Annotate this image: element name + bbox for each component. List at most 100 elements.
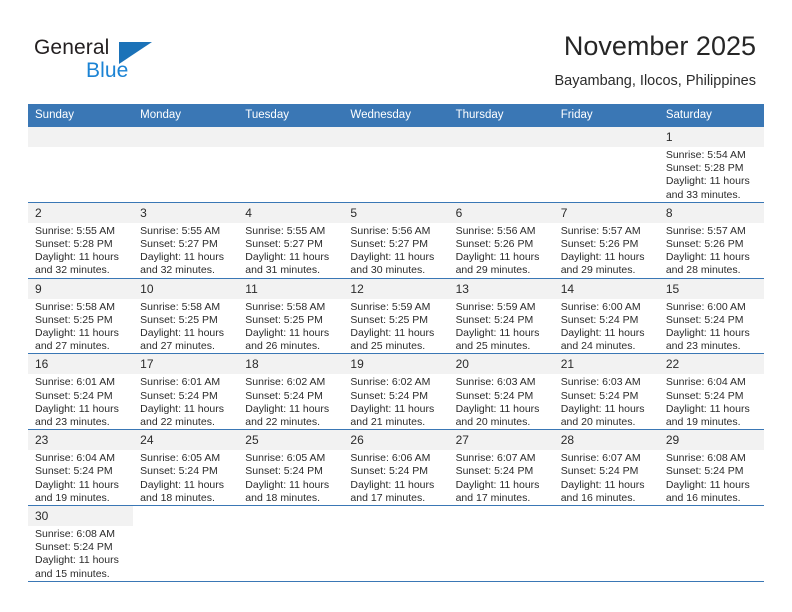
daylight-text: Daylight: 11 hours xyxy=(455,327,540,340)
day-number: 21 xyxy=(553,354,659,375)
calendar-day-cell[interactable]: 3 Sunrise: 5:55 AM Sunset: 5:27 PM Daylight… xyxy=(133,201,239,279)
calendar-day-cell[interactable]: 29 Sunrise: 6:08 AM Sunset: 5:24 PM Dayligh… xyxy=(658,429,764,506)
day-number xyxy=(343,127,449,147)
calendar-page: General Blue November 2025 Bayambang, Il… xyxy=(0,0,792,612)
daylight-text-cont: and 33 minutes. xyxy=(665,188,741,201)
daylight-text: Daylight: 11 hours xyxy=(455,251,540,264)
calendar-day-cell[interactable]: 28 Sunrise: 6:07 AM Sunset: 5:24 PM Dayligh… xyxy=(553,429,659,506)
calendar-cell-empty xyxy=(553,505,659,581)
calendar-day-cell[interactable]: 9 Sunrise: 5:58 AM Sunset: 5:25 PM Daylight… xyxy=(28,277,134,354)
calendar-day-cell[interactable]: 7 Sunrise: 5:57 AM Sunset: 5:26 PM Daylight… xyxy=(553,201,659,279)
sunset-text: Sunset: 5:26 PM xyxy=(560,238,639,251)
calendar-day-cell[interactable]: 14 Sunrise: 6:00 AM Sunset: 5:24 PM Dayligh… xyxy=(553,277,659,354)
daylight-text-cont: and 16 minutes. xyxy=(560,491,636,504)
daylight-text-cont: and 16 minutes. xyxy=(665,491,741,504)
weekday-header-monday: Monday xyxy=(133,104,239,127)
calendar-day-cell[interactable]: 4 Sunrise: 5:55 AM Sunset: 5:27 PM Daylight… xyxy=(238,201,344,279)
sunrise-text: Sunrise: 5:57 AM xyxy=(665,224,746,237)
day-number: 11 xyxy=(238,278,344,299)
sunset-text: Sunset: 5:24 PM xyxy=(140,389,218,402)
sunrise-text: Sunrise: 6:08 AM xyxy=(35,528,115,541)
daylight-text: Daylight: 11 hours xyxy=(245,402,330,415)
calendar-cell-empty xyxy=(133,127,239,203)
calendar-day-cell[interactable]: 23 Sunrise: 6:04 AM Sunset: 5:24 PM Dayligh… xyxy=(28,429,134,506)
daylight-text: Daylight: 11 hours xyxy=(140,327,224,340)
sunrise-text: Sunrise: 5:55 AM xyxy=(245,224,326,237)
day-number xyxy=(553,127,659,147)
logo-text-blue: Blue xyxy=(86,59,129,82)
calendar-day-cell[interactable]: 19 Sunrise: 6:02 AM Sunset: 5:24 PM Dayligh… xyxy=(343,353,449,430)
weekday-header-friday: Friday xyxy=(553,104,659,127)
sunset-text: Sunset: 5:24 PM xyxy=(350,465,429,478)
sunrise-text: Sunrise: 6:00 AM xyxy=(560,300,641,313)
sunrise-text: Sunrise: 6:03 AM xyxy=(455,376,536,389)
sunset-text: Sunset: 5:25 PM xyxy=(140,313,218,326)
calendar-day-cell[interactable]: 30 Sunrise: 6:08 AM Sunset: 5:24 PM Dayligh… xyxy=(28,505,134,581)
calendar-day-cell[interactable]: 11 Sunrise: 5:58 AM Sunset: 5:25 PM Dayligh… xyxy=(238,277,344,354)
daylight-text: Daylight: 11 hours xyxy=(560,327,645,340)
sunset-text: Sunset: 5:24 PM xyxy=(35,389,113,402)
sunset-text: Sunset: 5:24 PM xyxy=(665,465,744,478)
daylight-text-cont: and 32 minutes. xyxy=(140,264,215,277)
sun-info-block: Sunrise: 6:01 AM Sunset: 5:24 PM Daylight:… xyxy=(133,374,238,429)
sunset-text: Sunset: 5:24 PM xyxy=(245,389,323,402)
calendar-week-row: 9 Sunrise: 5:58 AM Sunset: 5:25 PM Daylight… xyxy=(28,277,764,354)
calendar-cell-empty xyxy=(553,127,659,203)
day-number: 13 xyxy=(448,278,554,299)
sunset-text: Sunset: 5:24 PM xyxy=(665,313,744,326)
sunrise-text: Sunrise: 6:07 AM xyxy=(560,452,641,465)
calendar-day-cell[interactable]: 1 Sunrise: 5:54 AM Sunset: 5:28 PM Daylight… xyxy=(658,127,764,203)
sun-info-block: Sunrise: 6:00 AM Sunset: 5:24 PM Daylight:… xyxy=(659,299,764,354)
sunrise-text: Sunrise: 6:01 AM xyxy=(140,376,221,389)
daylight-text: Daylight: 11 hours xyxy=(350,327,435,340)
page-subtitle: Bayambang, Ilocos, Philippines xyxy=(554,73,756,89)
calendar-day-cell[interactable]: 24 Sunrise: 6:05 AM Sunset: 5:24 PM Dayligh… xyxy=(133,429,239,506)
calendar-day-cell[interactable]: 27 Sunrise: 6:07 AM Sunset: 5:24 PM Dayligh… xyxy=(448,429,554,506)
calendar-week-row: 30 Sunrise: 6:08 AM Sunset: 5:24 PM Dayligh… xyxy=(28,505,764,581)
weekday-header-sunday: Sunday xyxy=(28,104,134,127)
calendar-day-cell[interactable]: 25 Sunrise: 6:05 AM Sunset: 5:24 PM Dayligh… xyxy=(238,429,344,506)
sun-info-block: Sunrise: 5:55 AM Sunset: 5:27 PM Daylight:… xyxy=(238,223,343,278)
day-number: 26 xyxy=(343,430,449,451)
sun-info-block: Sunrise: 6:01 AM Sunset: 5:24 PM Daylight:… xyxy=(28,374,133,429)
sun-info-block: Sunrise: 6:07 AM Sunset: 5:24 PM Daylight:… xyxy=(554,450,659,505)
calendar-day-cell[interactable]: 21 Sunrise: 6:03 AM Sunset: 5:24 PM Dayligh… xyxy=(553,353,659,430)
daylight-text-cont: and 15 minutes. xyxy=(35,567,110,580)
daylight-text-cont: and 28 minutes. xyxy=(665,264,741,277)
calendar-day-cell[interactable]: 20 Sunrise: 6:03 AM Sunset: 5:24 PM Dayligh… xyxy=(448,353,554,430)
calendar-day-cell[interactable]: 12 Sunrise: 5:59 AM Sunset: 5:25 PM Dayligh… xyxy=(343,277,449,354)
calendar-day-cell[interactable]: 26 Sunrise: 6:06 AM Sunset: 5:24 PM Dayligh… xyxy=(343,429,449,506)
daylight-text-cont: and 22 minutes. xyxy=(140,416,215,429)
sunset-text: Sunset: 5:27 PM xyxy=(245,238,323,251)
daylight-text: Daylight: 11 hours xyxy=(140,478,224,491)
calendar-table: Sunday Monday Tuesday Wednesday Thursday Frid… xyxy=(28,104,764,581)
weekday-header-wednesday: Wednesday xyxy=(343,104,449,127)
calendar-day-cell[interactable]: 18 Sunrise: 6:02 AM Sunset: 5:24 PM Dayligh… xyxy=(238,353,344,430)
sun-info-block: Sunrise: 6:08 AM Sunset: 5:24 PM Daylight:… xyxy=(659,450,764,505)
calendar-day-cell[interactable]: 8 Sunrise: 5:57 AM Sunset: 5:26 PM Daylight… xyxy=(658,201,764,279)
sunrise-text: Sunrise: 5:59 AM xyxy=(455,300,536,313)
calendar-day-cell[interactable]: 22 Sunrise: 6:04 AM Sunset: 5:24 PM Dayligh… xyxy=(658,353,764,430)
page-header: General Blue November 2025 Bayambang, Il… xyxy=(0,0,792,104)
weekday-header-thursday: Thursday xyxy=(448,104,554,127)
daylight-text: Daylight: 11 hours xyxy=(350,402,435,415)
calendar-day-cell[interactable]: 15 Sunrise: 6:00 AM Sunset: 5:24 PM Dayligh… xyxy=(658,277,764,354)
calendar-day-cell[interactable]: 2 Sunrise: 5:55 AM Sunset: 5:28 PM Daylight… xyxy=(28,201,134,279)
calendar-day-cell[interactable]: 10 Sunrise: 5:58 AM Sunset: 5:25 PM Dayligh… xyxy=(133,277,239,354)
general-blue-logo[interactable]: General Blue xyxy=(34,36,214,90)
daylight-text-cont: and 19 minutes. xyxy=(665,416,741,429)
calendar-day-cell[interactable]: 17 Sunrise: 6:01 AM Sunset: 5:24 PM Dayligh… xyxy=(133,353,239,430)
sunrise-text: Sunrise: 5:58 AM xyxy=(140,300,221,313)
sun-info-block: Sunrise: 5:57 AM Sunset: 5:26 PM Daylight:… xyxy=(659,223,764,278)
calendar-cell-empty xyxy=(133,505,239,581)
calendar-day-cell[interactable]: 6 Sunrise: 5:56 AM Sunset: 5:26 PM Daylight… xyxy=(448,201,554,279)
sun-info-block: Sunrise: 6:05 AM Sunset: 5:24 PM Daylight:… xyxy=(238,450,343,505)
calendar-day-cell[interactable]: 5 Sunrise: 5:56 AM Sunset: 5:27 PM Daylight… xyxy=(343,201,449,279)
calendar-day-cell[interactable]: 13 Sunrise: 5:59 AM Sunset: 5:24 PM Dayligh… xyxy=(448,277,554,354)
sunset-text: Sunset: 5:24 PM xyxy=(560,465,639,478)
sun-info-block: Sunrise: 5:55 AM Sunset: 5:27 PM Daylight:… xyxy=(133,223,238,278)
daylight-text: Daylight: 11 hours xyxy=(35,554,119,567)
calendar-bottom-rule xyxy=(28,580,764,582)
calendar-day-cell[interactable]: 16 Sunrise: 6:01 AM Sunset: 5:24 PM Dayligh… xyxy=(28,353,134,430)
daylight-text-cont: and 32 minutes. xyxy=(35,264,110,277)
